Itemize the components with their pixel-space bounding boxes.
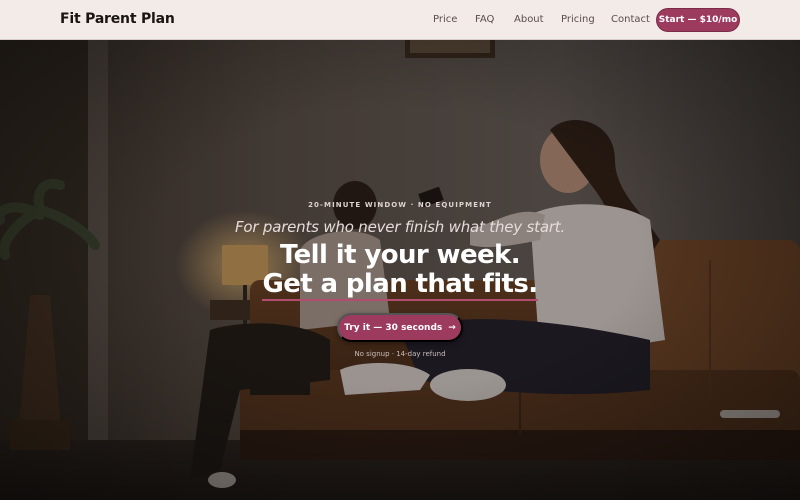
hero-eyebrow: 20-MINUTE WINDOW · NO EQUIPMENT [308, 201, 492, 209]
start-subscription-button[interactable]: Start — $10/mo [656, 8, 740, 32]
hero-reassurance-note: No signup · 14-day refund [354, 350, 446, 358]
nav-link-faq[interactable]: FAQ [475, 14, 494, 25]
nav-link-about[interactable]: About [514, 14, 544, 25]
hero-headline-underlined: Get a plan that fits. [262, 269, 538, 301]
nav-link-pricing[interactable]: Pricing [561, 14, 595, 25]
arrow-right-icon: → [448, 322, 456, 333]
hero-headline-line-1: Tell it your week. [279, 240, 521, 270]
hero-section: 20-MINUTE WINDOW · NO EQUIPMENT For pare… [0, 40, 800, 500]
try-it-label: Try it — 30 seconds [344, 322, 443, 333]
nav-link-price[interactable]: Price [433, 14, 457, 25]
top-nav: Fit Parent Plan Price FAQ About Pricing … [0, 0, 800, 40]
hero-content: 20-MINUTE WINDOW · NO EQUIPMENT For pare… [0, 40, 800, 500]
try-it-button[interactable]: Try it — 30 seconds → [337, 313, 463, 342]
hero-headline-line-2: Get a plan that fits. [0, 269, 800, 301]
hero-subheadline: For parents who never finish what they s… [234, 218, 566, 236]
nav-link-contact[interactable]: Contact [611, 14, 650, 25]
